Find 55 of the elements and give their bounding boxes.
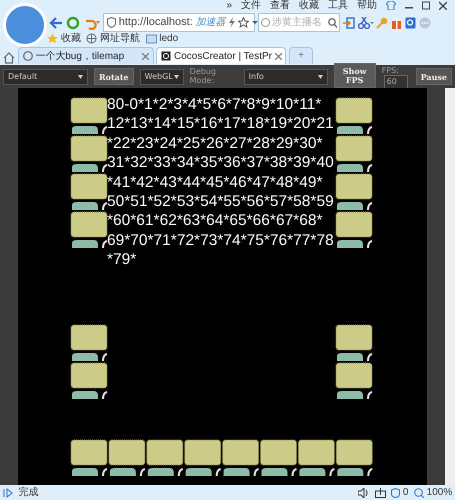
game-label: 80-0*1*2*3*4*5*6*7*8*9*10*11* 12*13*14*15*16*17*18*19*20*21 *22*23*24*25*26*27*28*29*30* 31*32*33*34*35*36*37*38*39*40 *41*42*43*44*45*46*47*48*49* 50*51*52*53*54*55*56*57*58*59 *60*61*62*63*64*65*66*67*68* 69*70*71*72*73*74*75*76*77*78 *79*	[107, 95, 334, 270]
login-icon[interactable]	[342, 16, 355, 28]
caret-icon	[318, 74, 323, 78]
refresh-icon[interactable]	[66, 16, 80, 30]
shield-icon	[391, 488, 400, 498]
zoom-level[interactable]: 100%	[414, 485, 452, 500]
dropdown[interactable]: WebGL	[140, 68, 184, 84]
menu-item[interactable]: 帮助	[357, 0, 377, 11]
status-text: 完成	[18, 486, 38, 500]
bookmark[interactable]: 收藏	[47, 31, 81, 46]
dropdown[interactable]: Info	[244, 68, 328, 84]
maximize-icon[interactable]	[422, 1, 430, 10]
close-icon[interactable]	[439, 1, 447, 10]
star-icon[interactable]	[238, 17, 249, 28]
bookmark[interactable]: ledo	[146, 31, 178, 46]
speaker-icon[interactable]	[358, 488, 370, 498]
scrollbar[interactable]	[445, 88, 455, 485]
toolbar-button[interactable]: Pause	[416, 68, 452, 85]
more-menu[interactable]: »	[226, 0, 232, 11]
toolbar-label: FPS:	[382, 67, 400, 76]
menu-item[interactable]: 收藏	[299, 0, 319, 11]
zoom-icon	[414, 488, 424, 498]
caret-icon	[78, 74, 83, 78]
toolbar-label: Debug Mode:	[190, 68, 217, 86]
lightning-icon[interactable]	[228, 17, 236, 28]
browser-tab[interactable]: CocosCreator | TestPr	[156, 47, 286, 64]
new-tab-button[interactable]: +	[289, 47, 313, 64]
menu-item[interactable]: 工具	[328, 0, 348, 11]
search-icon[interactable]	[328, 18, 337, 28]
toolbar-button[interactable]: Rotate	[94, 68, 134, 85]
shield-icon	[107, 17, 116, 28]
dropdown[interactable]: Default	[3, 68, 88, 84]
gift-icon[interactable]	[391, 16, 402, 28]
address-bar[interactable]: http://localhost: 加速器	[103, 13, 256, 32]
shirt-icon[interactable]	[386, 1, 396, 10]
browser-tab[interactable]: 一个大bug，tilemap	[18, 47, 154, 64]
fps-field[interactable]: 60	[384, 74, 408, 88]
menu-item[interactable]: 查看	[270, 0, 290, 11]
accelerator-link[interactable]: 加速器	[196, 15, 226, 30]
app-icon	[161, 51, 172, 61]
folder-icon	[146, 33, 156, 44]
blocked-count[interactable]: 0	[391, 485, 408, 500]
search-field[interactable]: 涉黄主播名	[258, 13, 340, 32]
close-icon[interactable]	[142, 52, 148, 60]
caret-icon	[174, 74, 179, 78]
star-icon	[47, 33, 58, 44]
scissors-icon[interactable]	[358, 16, 374, 28]
browser-logo[interactable]	[3, 3, 47, 47]
close-icon[interactable]	[274, 52, 282, 60]
back-icon[interactable]	[49, 16, 63, 30]
sidebar-toggle-icon[interactable]	[2, 488, 13, 498]
show-fps-button[interactable]: Show FPS	[334, 63, 376, 88]
globe-icon	[86, 33, 98, 44]
home-icon[interactable]	[2, 52, 15, 64]
bookmark[interactable]: 网址导航	[86, 31, 140, 46]
